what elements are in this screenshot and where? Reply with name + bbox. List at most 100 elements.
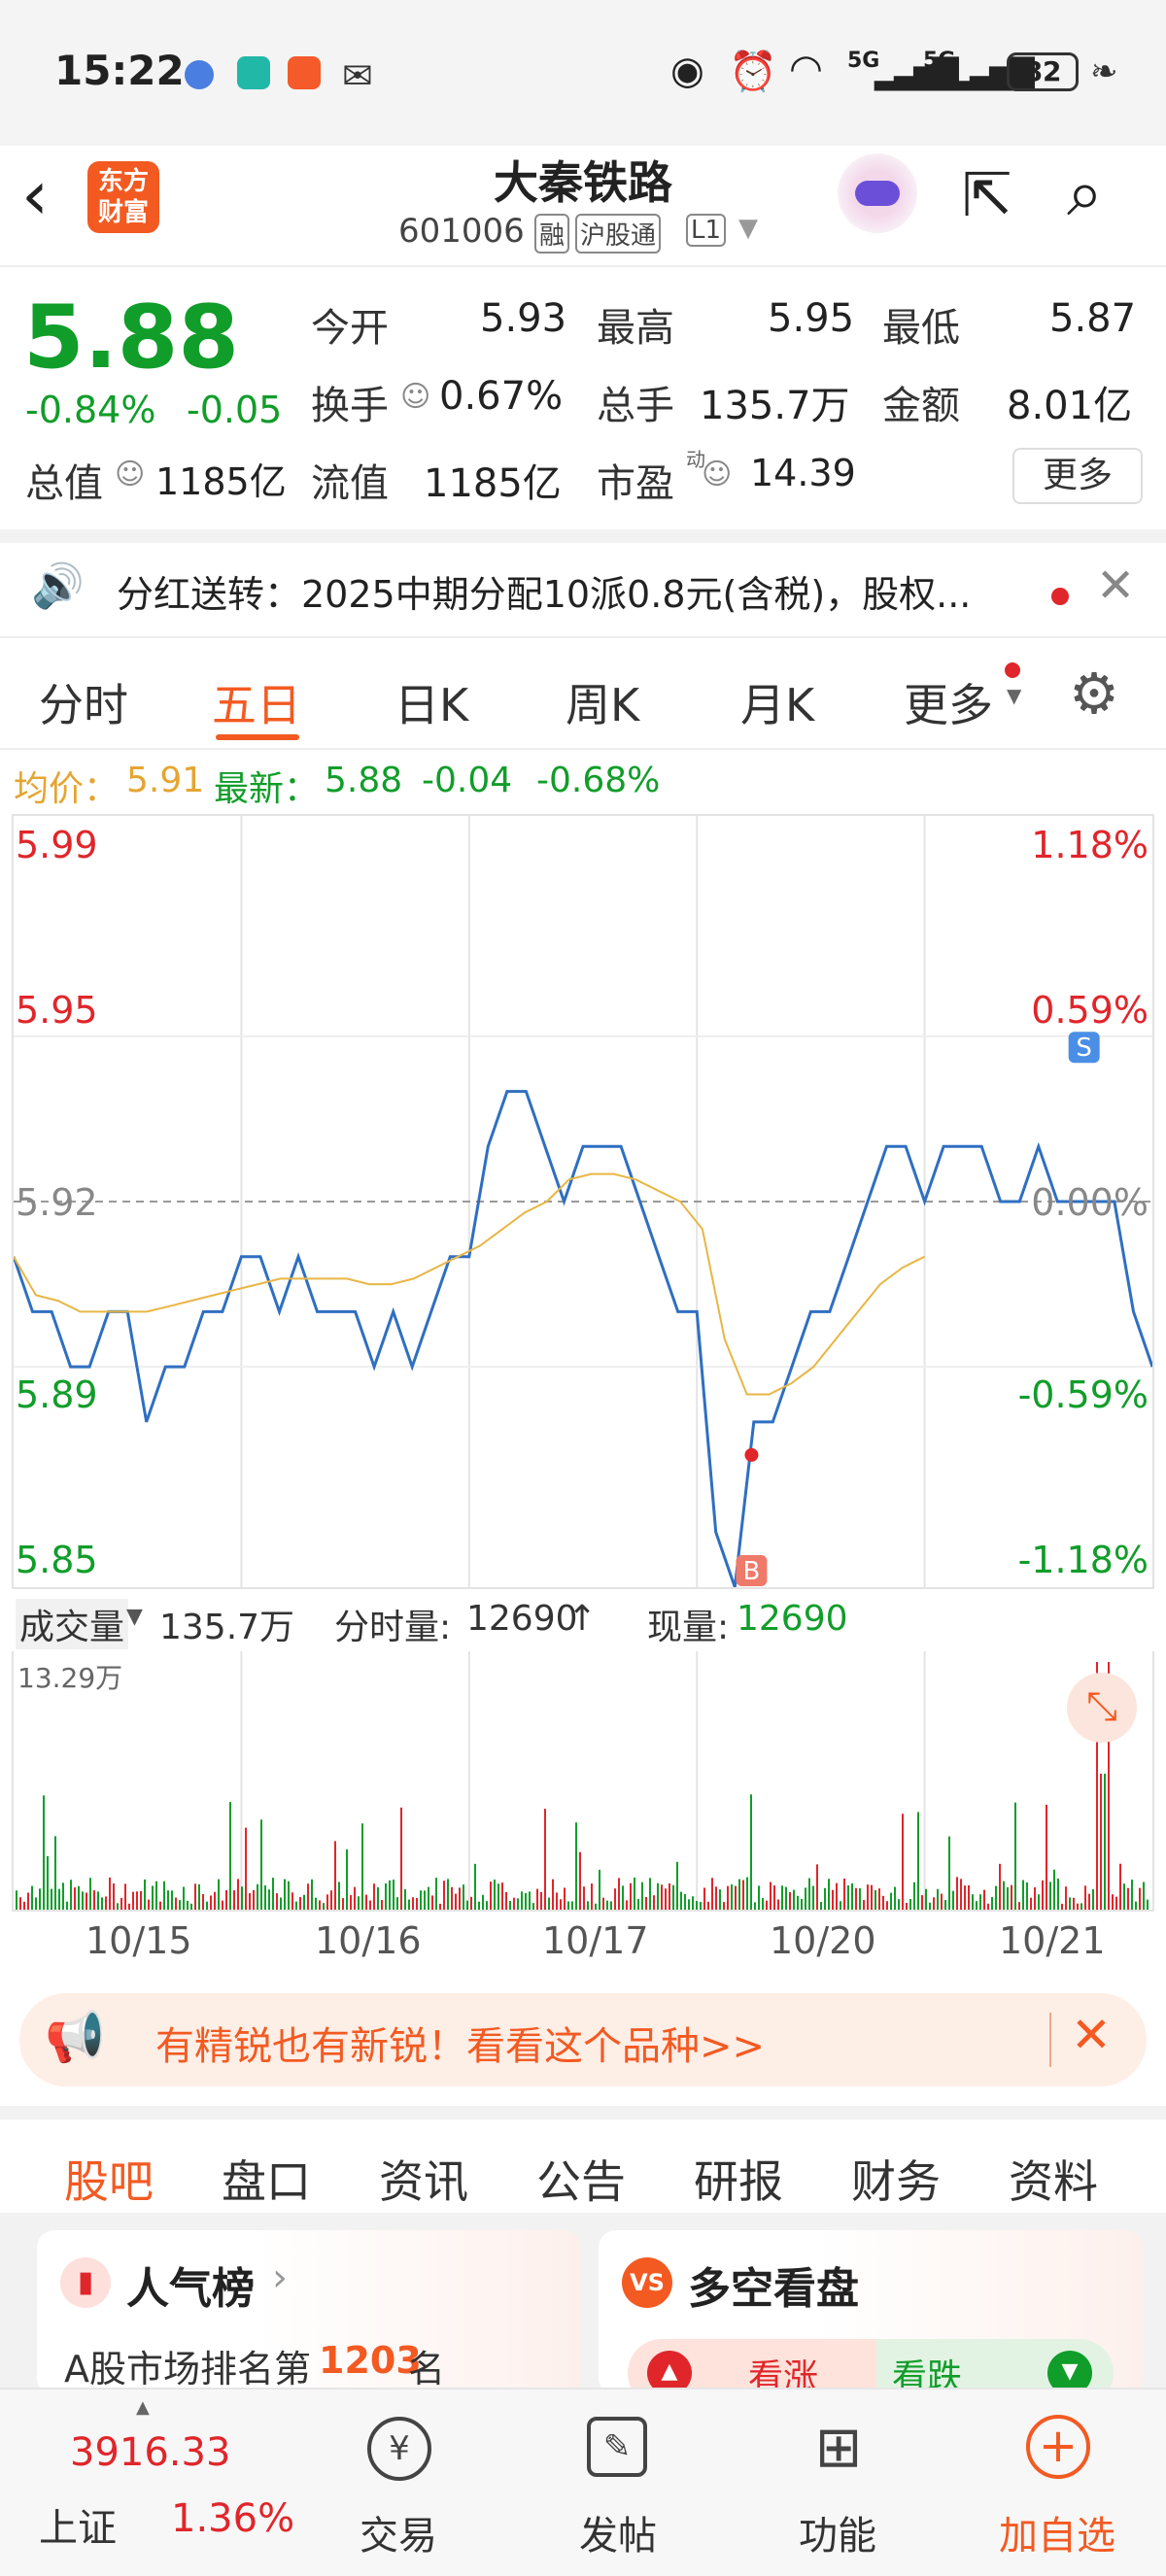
volume-chart[interactable]: 13.29万 ⤡	[12, 1651, 1154, 1912]
volume-bar	[645, 1897, 647, 1910]
rank-icon: ▮	[60, 2257, 111, 2308]
volume-bar	[292, 1892, 293, 1910]
volume-bar	[742, 1880, 744, 1910]
volume-bar	[486, 1901, 488, 1910]
minute-volume-value: 12690	[466, 1599, 578, 1639]
volume-bar	[952, 1890, 954, 1910]
volume-bar	[812, 1885, 814, 1910]
volume-bar	[447, 1879, 449, 1910]
volume-bar	[657, 1882, 659, 1910]
volume-indicator-select[interactable]: 成交量	[16, 1599, 129, 1649]
minute-volume-label: 分时量:	[334, 1608, 452, 1647]
gear-icon[interactable]: ⚙	[1069, 661, 1119, 727]
volume-bar	[1123, 1883, 1125, 1910]
more-button[interactable]: 更多	[1012, 448, 1143, 504]
tab-pankou[interactable]: 盘口	[222, 2147, 311, 2211]
info-icon[interactable]: ☺	[702, 458, 732, 491]
app-logo[interactable]: 东方 财富	[87, 161, 159, 233]
volume-bar	[548, 1897, 550, 1910]
tab-intraday[interactable]: 分时	[39, 670, 128, 734]
quote-panel: 5.88 -0.84% -0.05 今开 5.93 最高 5.95 最低 5.8…	[0, 267, 1166, 529]
rank-prefix: A股市场排名第	[64, 2348, 311, 2390]
turnover-label: 换手	[311, 384, 389, 428]
volume-bar	[878, 1888, 880, 1910]
volume-bar	[346, 1848, 348, 1910]
volume-bar	[1100, 1774, 1102, 1910]
volume-bar	[1127, 1887, 1129, 1910]
caret-down-icon[interactable]: ▼	[126, 1605, 143, 1629]
volume-bar	[676, 1861, 678, 1910]
info-icon[interactable]: ☺	[115, 458, 145, 491]
volume-bar	[634, 1877, 635, 1910]
volume-bar	[163, 1881, 165, 1910]
tab-notice[interactable]: 公告	[536, 2147, 626, 2211]
date-tick: 10/17	[542, 1919, 649, 1962]
change-percent: -0.84%	[25, 389, 156, 431]
nav-trade[interactable]: ¥ 交易	[292, 2390, 505, 2576]
tab-more[interactable]: 更多	[904, 670, 993, 734]
tab-profile[interactable]: 资料	[1009, 2147, 1098, 2211]
nav-add-watchlist[interactable]: + 加自选	[950, 2390, 1164, 2576]
tab-monthly-k[interactable]: 月K	[740, 670, 814, 734]
volume-bar	[342, 1898, 344, 1910]
promo-banner[interactable]: 📢 有精锐也有新锐！看看这个品种>> ✕	[19, 1993, 1147, 2086]
nav-post[interactable]: ✎ 发帖	[511, 2390, 725, 2576]
tab-guba[interactable]: 股吧	[64, 2147, 154, 2211]
volume-bar	[43, 1795, 45, 1910]
volume-bar	[210, 1895, 212, 1910]
volume-bar	[47, 1855, 49, 1910]
volume-bar	[501, 1882, 503, 1910]
volume-bar	[762, 1898, 764, 1910]
volume-bar	[1030, 1897, 1032, 1910]
high-label: 最高	[597, 306, 674, 351]
bull-bear-title: 多空看盘	[688, 2264, 859, 2314]
volume-bar	[956, 1877, 958, 1910]
volume-bar	[132, 1891, 134, 1910]
close-icon[interactable]: ✕	[1096, 559, 1135, 613]
volume-bar	[470, 1896, 472, 1910]
volume-bar	[777, 1899, 779, 1910]
tab-five-day[interactable]: 五日	[212, 670, 301, 734]
tab-weekly-k[interactable]: 周K	[566, 670, 639, 734]
share-icon[interactable]: ⇱	[962, 159, 1012, 230]
fullscreen-icon[interactable]: ⤡	[1067, 1673, 1137, 1743]
volume-bar	[637, 1899, 639, 1910]
volume-bar	[19, 1897, 21, 1910]
tab-daily-k[interactable]: 日K	[394, 670, 468, 734]
volume-bar	[711, 1878, 713, 1910]
volume-bar	[233, 1890, 235, 1910]
volume-bar	[707, 1901, 709, 1910]
close-icon[interactable]: ✕	[1071, 2007, 1112, 2063]
nav-functions[interactable]: ⊞ 功能	[731, 2390, 944, 2576]
volume-bar	[738, 1879, 740, 1910]
now-volume-value: 12690	[737, 1599, 848, 1639]
index-ticker[interactable]: ▲ 3916.33 上证 1.36%	[0, 2390, 294, 2576]
info-icon[interactable]: ☺	[400, 380, 430, 414]
volume-bar	[560, 1899, 562, 1910]
volume-bar	[1088, 1893, 1090, 1910]
volume-bar	[474, 1863, 476, 1910]
back-icon[interactable]: ‹	[21, 155, 49, 235]
tab-news[interactable]: 资讯	[379, 2147, 468, 2211]
volume-bar	[253, 1889, 255, 1910]
volume-bar	[793, 1889, 795, 1910]
five-day-chart[interactable]: SB 5.99 5.95 5.92 5.89 5.85 1.18% 0.59% …	[12, 814, 1154, 1589]
popularity-card[interactable]: ▮ 人气榜 › A股市场排名第 1203 名	[37, 2230, 581, 2395]
chevron-down-icon[interactable]: ▼	[738, 214, 758, 243]
volume-bar	[307, 1883, 309, 1910]
tab-finance[interactable]: 财务	[851, 2147, 941, 2211]
search-icon[interactable]: ⌕	[1067, 155, 1103, 232]
tab-research[interactable]: 研报	[694, 2147, 783, 2211]
volume-bar	[933, 1897, 935, 1910]
volume-bar	[715, 1886, 717, 1910]
rank-value: 1203	[319, 2339, 422, 2382]
boss-app-icon	[237, 56, 270, 89]
volume-bar	[781, 1885, 783, 1910]
announcement-bar[interactable]: 🔊 分红送转：2025中期分配10派0.8元(含税)，股权... ✕	[0, 529, 1166, 638]
volume-bar	[478, 1901, 480, 1910]
volume-bar	[1003, 1881, 1005, 1910]
volume-bar	[1026, 1881, 1028, 1910]
ai-robot-icon[interactable]	[838, 153, 917, 233]
volume-bar	[536, 1888, 538, 1910]
bull-bear-card[interactable]: VS 多空看盘 ▲ 看涨 看跌 ▼	[599, 2230, 1143, 2395]
